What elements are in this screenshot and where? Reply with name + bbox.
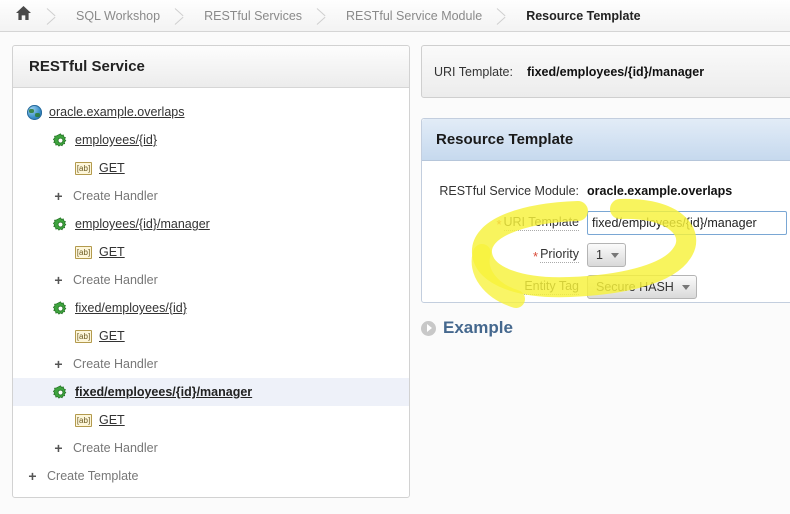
tree-node-employees-id[interactable]: employees/{id} <box>13 126 409 154</box>
tree-node-label: Create Handler <box>73 189 158 203</box>
breadcrumb-separator <box>174 0 188 32</box>
resource-template-region-header: Resource Template <box>422 119 790 161</box>
home-icon <box>15 5 32 26</box>
module-value: oracle.example.overlaps <box>587 184 733 198</box>
form-row-entity-tag: Entity Tag Secure HASH <box>422 271 790 303</box>
breadcrumb-label: SQL Workshop <box>76 8 161 23</box>
breadcrumb-item-resource-template: Resource Template <box>510 0 654 32</box>
tree-node-label: GET <box>99 413 125 427</box>
form-row-uri-template: * URI Template <box>422 207 790 239</box>
globe-icon <box>27 104 42 120</box>
tree-node-employees-id-manager[interactable]: employees/{id}/manager <box>13 210 409 238</box>
tree-node-get-3[interactable]: [ab] GET <box>13 322 409 350</box>
resource-template-region: Resource Template RESTful Service Module… <box>421 118 790 303</box>
tree-node-label: GET <box>99 329 125 343</box>
tree-node-create-handler-3[interactable]: + Create Handler <box>13 350 409 378</box>
uri-template-summary-label: URI Template: <box>434 64 513 79</box>
tree-node-label: fixed/employees/{id} <box>75 301 187 315</box>
chevron-down-icon <box>681 284 690 290</box>
plus-icon: + <box>54 439 63 456</box>
breadcrumb-home-button[interactable] <box>0 0 46 32</box>
tree-node-label: Create Handler <box>73 273 158 287</box>
tree-panel-title: RESTful Service <box>29 58 145 75</box>
ab-tag-icon: [ab] <box>75 413 92 427</box>
entity-tag-label: Entity Tag <box>524 279 579 295</box>
tree-node-label: employees/{id}/manager <box>75 217 210 231</box>
plus-icon: + <box>28 467 37 484</box>
required-indicator: * <box>496 217 502 232</box>
tree-node-create-template[interactable]: + Create Template <box>13 462 409 490</box>
tree-node-label: fixed/employees/{id}/manager <box>75 385 253 399</box>
tree-node-create-handler-2[interactable]: + Create Handler <box>13 266 409 294</box>
tree-node-oracle-example-overlaps[interactable]: oracle.example.overlaps <box>13 98 409 126</box>
ab-tag-icon: [ab] <box>75 329 92 343</box>
module-label-cell: RESTful Service Module: <box>422 184 587 199</box>
plus-icon: + <box>54 355 63 372</box>
entity-tag-select[interactable]: Secure HASH <box>587 275 697 299</box>
priority-label: Priority <box>540 247 579 263</box>
gear-icon <box>53 300 68 316</box>
form-row-module: RESTful Service Module: oracle.example.o… <box>422 175 790 207</box>
required-indicator: * <box>533 249 539 264</box>
tree-node-label: employees/{id} <box>75 133 158 147</box>
plus-icon: + <box>54 187 63 204</box>
module-label: RESTful Service Module: <box>439 183 579 198</box>
tree-node-label: oracle.example.overlaps <box>49 105 185 119</box>
priority-select-value: 1 <box>596 248 603 262</box>
tree-node-fixed-employees-id-manager[interactable]: fixed/employees/{id}/manager <box>13 378 409 406</box>
breadcrumb-separator <box>496 0 510 32</box>
uri-template-label-cell: * URI Template <box>422 215 587 231</box>
uri-template-summary-value: fixed/employees/{id}/manager <box>526 64 705 79</box>
form-row-priority: * Priority 1 <box>422 239 790 271</box>
breadcrumb-item-sql-workshop[interactable]: SQL Workshop <box>60 0 174 32</box>
breadcrumb: SQL Workshop RESTful Services RESTful Se… <box>0 0 790 32</box>
disclosure-right-icon <box>421 320 436 336</box>
gear-icon <box>53 216 68 232</box>
tree-node-get-2[interactable]: [ab] GET <box>13 238 409 266</box>
tree-node-label: GET <box>99 161 125 175</box>
tree-node-label: Create Template <box>47 469 139 483</box>
uri-template-label: URI Template <box>503 215 579 231</box>
entity-tag-select-value: Secure HASH <box>596 280 674 294</box>
breadcrumb-label: RESTful Service Module <box>346 8 483 23</box>
example-section-title: Example <box>443 318 513 337</box>
uri-template-input[interactable] <box>587 211 787 235</box>
breadcrumb-label: RESTful Services <box>204 8 303 23</box>
tree-node-create-handler-1[interactable]: + Create Handler <box>13 182 409 210</box>
priority-label-cell: * Priority <box>422 247 587 263</box>
breadcrumb-label: Resource Template <box>526 8 641 23</box>
tree-node-get-4[interactable]: [ab] GET <box>13 406 409 434</box>
breadcrumb-separator <box>316 0 330 32</box>
tree-node-label: GET <box>99 245 125 259</box>
chevron-down-icon <box>610 252 619 258</box>
tree-node-label: Create Handler <box>73 441 158 455</box>
tree-node-create-handler-4[interactable]: + Create Handler <box>13 434 409 462</box>
example-section-toggle[interactable]: Example <box>421 318 513 338</box>
gear-icon <box>53 384 68 400</box>
gear-icon <box>53 132 68 148</box>
entity-tag-label-cell: Entity Tag <box>422 279 587 295</box>
tree-node-fixed-employees-id[interactable]: fixed/employees/{id} <box>13 294 409 322</box>
tree-node-label: Create Handler <box>73 357 158 371</box>
resource-template-form: RESTful Service Module: oracle.example.o… <box>422 161 790 303</box>
restful-service-tree-panel: RESTful Service oracle.example.overlaps … <box>12 45 410 498</box>
tree-node-get-1[interactable]: [ab] GET <box>13 154 409 182</box>
breadcrumb-item-restful-service-module[interactable]: RESTful Service Module <box>330 0 496 32</box>
resource-template-title: Resource Template <box>436 131 574 148</box>
uri-template-summary: URI Template: fixed/employees/{id}/manag… <box>421 45 790 98</box>
tree-panel-header: RESTful Service <box>13 46 409 88</box>
breadcrumb-separator <box>46 0 60 32</box>
priority-select[interactable]: 1 <box>587 243 626 267</box>
tree-node-list: oracle.example.overlaps employees/{id} [… <box>13 88 409 490</box>
ab-tag-icon: [ab] <box>75 161 92 175</box>
ab-tag-icon: [ab] <box>75 245 92 259</box>
plus-icon: + <box>54 271 63 288</box>
breadcrumb-item-restful-services[interactable]: RESTful Services <box>188 0 316 32</box>
